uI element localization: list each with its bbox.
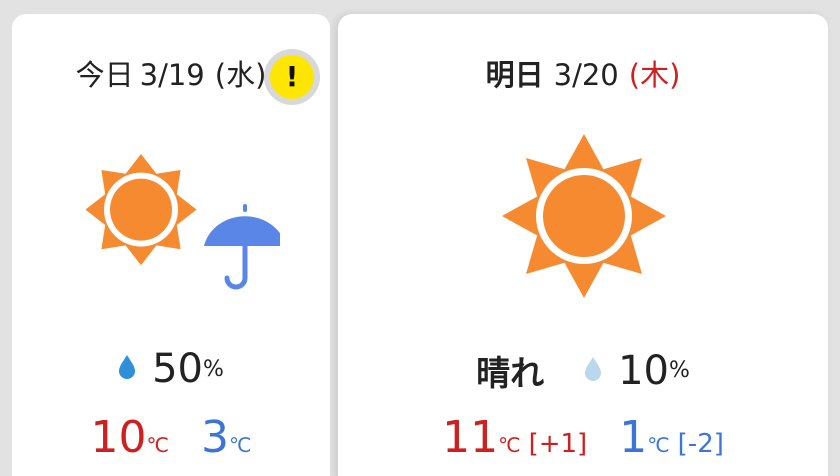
sun-icon (85, 154, 197, 266)
raindrop-icon (584, 356, 602, 386)
tomorrow-low-unit: ℃ (647, 433, 670, 457)
today-precipitation: 50% (12, 346, 330, 396)
today-forecast-card[interactable]: 今日 3/19 (水) ! 50% 10℃ 3℃ (12, 14, 330, 476)
raindrop-icon (118, 354, 136, 384)
today-high-unit: ℃ (146, 433, 169, 457)
umbrella-icon (204, 204, 280, 290)
today-high-temp: 10 (90, 412, 147, 463)
tomorrow-high-temp: 11 (442, 412, 499, 463)
today-temperatures: 10℃ 3℃ (12, 412, 330, 472)
tomorrow-high-diff: [+1] (528, 429, 588, 459)
today-low-temp: 3 (201, 412, 229, 463)
sun-with-umbrella-icon (85, 154, 280, 290)
tomorrow-condition-text: 晴れ (476, 354, 545, 394)
tomorrow-high-unit: ℃ (498, 433, 521, 457)
today-weekday: (水) (214, 58, 267, 92)
tomorrow-temperatures: 11℃ [+1] 1℃ [-2] (338, 412, 828, 472)
tomorrow-day-label: 明日 (485, 58, 544, 92)
today-precip-value: 50 (152, 346, 203, 392)
weather-alert-button[interactable]: ! (264, 49, 320, 105)
forecast-panel: 今日 3/19 (水) ! 50% 10℃ 3℃ 明日 3/20 (木) 晴れ … (0, 0, 840, 476)
tomorrow-date: 3/20 (553, 58, 619, 92)
tomorrow-precip-unit: % (669, 358, 690, 383)
tomorrow-conditions: 晴れ 10% (338, 346, 828, 396)
alert-icon: ! (270, 55, 314, 99)
tomorrow-forecast-card[interactable]: 明日 3/20 (木) 晴れ 10% 11℃ [+1] 1℃ [-2] (338, 14, 828, 476)
tomorrow-weekday: (木) (628, 58, 681, 92)
sun-icon (502, 134, 666, 298)
today-date: 3/19 (139, 58, 205, 92)
today-low-unit: ℃ (229, 433, 252, 457)
tomorrow-date-header: 明日 3/20 (木) (338, 52, 828, 96)
today-day-label: 今日 (75, 58, 134, 92)
tomorrow-precip-value: 10 (618, 347, 669, 394)
tomorrow-low-diff: [-2] (677, 429, 724, 459)
today-precip-unit: % (203, 356, 224, 382)
tomorrow-low-temp: 1 (619, 412, 648, 463)
